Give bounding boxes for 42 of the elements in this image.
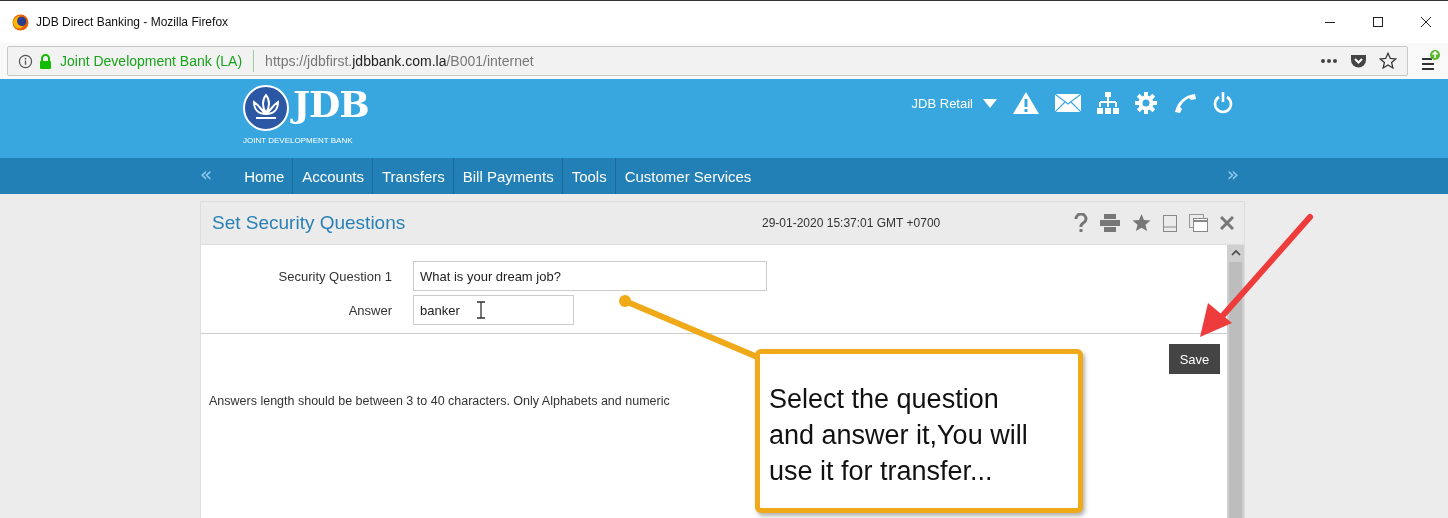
windows-icon[interactable] [1189,214,1208,232]
print-icon[interactable] [1100,214,1120,232]
phone-icon[interactable] [1173,92,1197,114]
field-label: Answer [347,302,392,318]
text-cursor-icon [476,301,485,319]
power-icon[interactable] [1213,92,1233,114]
save-button[interactable]: Save [1169,344,1220,374]
timestamp: 29-01-2020 15:37:01 GMT +0700 [762,216,941,230]
settings-icon[interactable] [1135,92,1157,114]
callout: Select the question and answer it,You will use it for transfer... [755,349,1083,513]
panel-title: Set Security Questions [212,212,407,234]
window-title: JDB Direct Banking - Mozilla Firefox [36,15,229,29]
scroll-left-button[interactable]: « [200,158,221,194]
warning-icon[interactable] [1013,92,1039,114]
help-icon[interactable] [1074,213,1088,233]
url-text[interactable]: https://jdbfirst.jdbbank.com.la/B001/internet [265,53,534,69]
info-icon[interactable] [18,53,33,69]
mail-icon[interactable] [1055,94,1081,112]
site-identity[interactable]: Joint Development Bank (LA) [60,53,243,69]
address-bar[interactable]: Joint Development Bank (LA) https://jdbfirst.jdbbank.com.la/B001/internet [7,46,1408,76]
sitemap-icon[interactable] [1097,92,1119,114]
logo-tagline: JOINT DEVELOPMENT BANK [243,136,353,145]
star-icon[interactable] [1379,52,1397,70]
caret-icon[interactable] [983,98,997,108]
firefox-icon [12,13,29,31]
lotus-logo-icon [243,85,289,131]
scrollbar[interactable] [1227,245,1244,518]
more-icon[interactable] [1320,58,1338,64]
input-field[interactable]: banker [413,295,574,325]
user-menu[interactable]: JDB Retail [911,95,973,111]
pocket-icon[interactable] [1350,53,1367,69]
scroll-right-button[interactable]: » [1226,158,1245,194]
star-icon[interactable] [1132,214,1151,232]
lock-icon [39,53,52,69]
nav-item[interactable]: Home [220,158,293,194]
scroll-up-icon[interactable] [1230,249,1241,256]
maximize-icon[interactable] [1372,16,1384,28]
field-label: Security Question 1 [277,268,392,284]
input-field[interactable]: What is your dream job? [413,261,767,291]
close-icon[interactable] [1420,16,1432,28]
menu-icon[interactable] [1420,49,1442,73]
hint-text: Answers length should be between 3 to 40 characters. Only Alphabets and numeric [209,394,670,408]
